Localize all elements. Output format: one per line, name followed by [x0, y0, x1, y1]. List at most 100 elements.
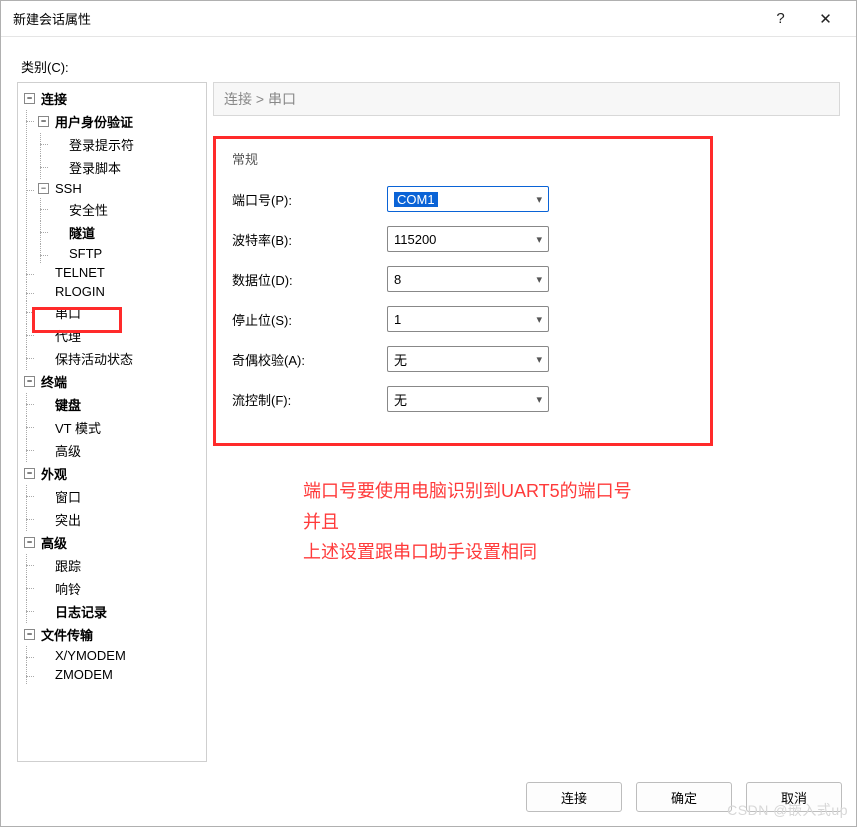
tree-label: X/YMODEM	[55, 648, 126, 663]
content-area: 类别(C): −连接 −用户身份验证 登录提示符	[1, 37, 856, 770]
tree-label: 窗口	[55, 487, 81, 506]
tree-keyboard[interactable]: 键盘	[36, 393, 204, 416]
form-area: 常规 端口号(P): COM1 ▾ 波特率(B): 115200	[213, 116, 840, 762]
collapse-icon[interactable]: −	[38, 183, 49, 194]
chevron-down-icon: ▾	[536, 273, 542, 286]
titlebar: 新建会话属性 ? ✕	[1, 1, 856, 37]
tree-label: SSH	[55, 181, 82, 196]
chevron-down-icon: ▾	[536, 353, 542, 366]
stop-label: 停止位(S):	[232, 310, 387, 329]
data-combo[interactable]: 8 ▾	[387, 266, 549, 292]
port-label: 端口号(P):	[232, 190, 387, 209]
tree-label: 用户身份验证	[55, 112, 133, 131]
window-title: 新建会话属性	[13, 9, 758, 28]
flow-label: 流控制(F):	[232, 390, 387, 409]
tree-login-prompt[interactable]: 登录提示符	[50, 133, 204, 156]
tree-rlogin[interactable]: RLOGIN	[36, 282, 204, 301]
tree-label: 外观	[41, 464, 67, 483]
tree-label: ZMODEM	[55, 667, 113, 682]
group-label: 常规	[232, 149, 694, 168]
tree-trace[interactable]: 跟踪	[36, 554, 204, 577]
tree-sftp[interactable]: SFTP	[50, 244, 204, 263]
tree-label: 保持活动状态	[55, 349, 133, 368]
category-tree[interactable]: −连接 −用户身份验证 登录提示符 登录脚本	[17, 82, 207, 762]
tree-vtmode[interactable]: VT 模式	[36, 416, 204, 439]
collapse-icon[interactable]: −	[24, 93, 35, 104]
tree-label: 高级	[41, 533, 67, 552]
parity-label: 奇偶校验(A):	[232, 350, 387, 369]
tree-highlight[interactable]: 突出	[36, 508, 204, 531]
button-bar: 连接 确定 取消	[1, 770, 856, 826]
collapse-icon[interactable]: −	[24, 468, 35, 479]
tree-label: VT 模式	[55, 418, 101, 437]
tree-label: 隧道	[69, 223, 95, 242]
tree-tunnel[interactable]: 隧道	[50, 221, 204, 244]
collapse-icon[interactable]: −	[24, 537, 35, 548]
tree-appearance[interactable]: −外观	[22, 462, 204, 485]
help-button[interactable]: ?	[758, 1, 803, 37]
tree-security[interactable]: 安全性	[50, 198, 204, 221]
tree-label: 跟踪	[55, 556, 81, 575]
stop-value: 1	[394, 312, 401, 327]
tree-label: 文件传输	[41, 625, 93, 644]
dialog-window: 新建会话属性 ? ✕ 类别(C): −连接 −用户身份验证	[0, 0, 857, 827]
collapse-icon[interactable]: −	[24, 629, 35, 640]
tree-ssh[interactable]: −SSH	[36, 179, 204, 198]
tree-advanced2[interactable]: −高级	[22, 531, 204, 554]
note-line2: 并且	[303, 507, 632, 538]
tree-label: 突出	[55, 510, 81, 529]
note-line1: 端口号要使用电脑识别到UART5的端口号	[303, 476, 632, 507]
tree-xymodem[interactable]: X/YMODEM	[36, 646, 204, 665]
port-value: COM1	[394, 192, 438, 207]
tree-keepalive[interactable]: 保持活动状态	[36, 347, 204, 370]
baud-combo[interactable]: 115200 ▾	[387, 226, 549, 252]
flow-value: 无	[394, 390, 407, 409]
tree-label: 高级	[55, 441, 81, 460]
baud-value: 115200	[394, 232, 436, 247]
tree-label: RLOGIN	[55, 284, 105, 299]
tree-label: 键盘	[55, 395, 81, 414]
data-label: 数据位(D):	[232, 270, 387, 289]
tree-telnet[interactable]: TELNET	[36, 263, 204, 282]
close-button[interactable]: ✕	[803, 1, 848, 37]
chevron-down-icon: ▾	[536, 393, 542, 406]
parity-value: 无	[394, 350, 407, 369]
tree-label: SFTP	[69, 246, 102, 261]
breadcrumb: 连接 > 串口	[213, 82, 840, 116]
tree-window-item[interactable]: 窗口	[36, 485, 204, 508]
tree-filetransfer[interactable]: −文件传输	[22, 623, 204, 646]
tree-bell[interactable]: 响铃	[36, 577, 204, 600]
note-line3: 上述设置跟串口助手设置相同	[303, 537, 632, 568]
tree-connection[interactable]: −连接	[22, 87, 204, 110]
tree-advanced1[interactable]: 高级	[36, 439, 204, 462]
tree-login-script[interactable]: 登录脚本	[50, 156, 204, 179]
baud-label: 波特率(B):	[232, 230, 387, 249]
collapse-icon[interactable]: −	[24, 376, 35, 387]
tree-label: 日志记录	[55, 602, 107, 621]
tree-label: 响铃	[55, 579, 81, 598]
stop-combo[interactable]: 1 ▾	[387, 306, 549, 332]
tree-terminal[interactable]: −终端	[22, 370, 204, 393]
tree-logging[interactable]: 日志记录	[36, 600, 204, 623]
collapse-icon[interactable]: −	[38, 116, 49, 127]
flow-combo[interactable]: 无 ▾	[387, 386, 549, 412]
data-value: 8	[394, 272, 401, 287]
tree-label: 登录脚本	[69, 158, 121, 177]
tree-auth[interactable]: −用户身份验证	[36, 110, 204, 133]
tree-label: 登录提示符	[69, 135, 134, 154]
port-combo[interactable]: COM1 ▾	[387, 186, 549, 212]
cancel-button[interactable]: 取消	[746, 782, 842, 812]
tree-zmodem[interactable]: ZMODEM	[36, 665, 204, 684]
highlight-annotation-form: 常规 端口号(P): COM1 ▾ 波特率(B): 115200	[213, 136, 713, 446]
category-label: 类别(C):	[21, 57, 840, 76]
tree-label: 安全性	[69, 200, 108, 219]
annotation-note: 端口号要使用电脑识别到UART5的端口号 并且 上述设置跟串口助手设置相同	[303, 476, 632, 568]
tree-label: 终端	[41, 372, 67, 391]
connect-button[interactable]: 连接	[526, 782, 622, 812]
ok-button[interactable]: 确定	[636, 782, 732, 812]
highlight-annotation	[32, 307, 122, 333]
tree-label: TELNET	[55, 265, 105, 280]
settings-panel: 连接 > 串口 常规 端口号(P): COM1 ▾ 波特率(B):	[213, 82, 840, 762]
chevron-down-icon: ▾	[536, 193, 542, 206]
parity-combo[interactable]: 无 ▾	[387, 346, 549, 372]
